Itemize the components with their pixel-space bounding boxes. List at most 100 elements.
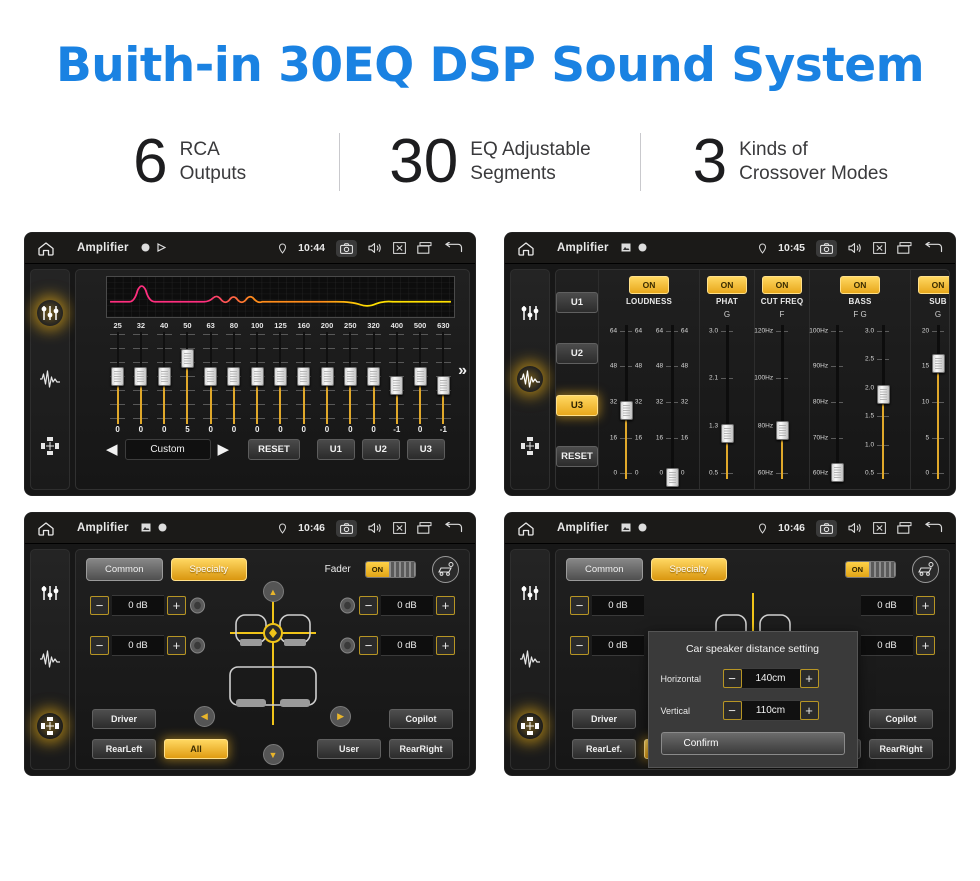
- equalizer-icon[interactable]: [517, 580, 543, 606]
- seat-copilot-button[interactable]: Copilot: [389, 709, 453, 729]
- dsp-slider[interactable]: 64 64 48 48 32 32 16 16 0 0: [603, 321, 649, 483]
- eq-slider-knob[interactable]: [436, 376, 450, 396]
- preset-u1-button[interactable]: U1: [556, 292, 598, 314]
- phat-toggle[interactable]: ON: [706, 276, 748, 294]
- eq-slider-knob[interactable]: [367, 366, 381, 386]
- home-icon[interactable]: [37, 521, 55, 536]
- plus-button[interactable]: +: [799, 669, 819, 688]
- seat-all-button[interactable]: All: [164, 739, 228, 759]
- cut-freq-toggle[interactable]: ON: [761, 276, 803, 294]
- plus-button[interactable]: +: [916, 596, 935, 615]
- eq-slider[interactable]: [153, 332, 176, 424]
- back-icon[interactable]: [923, 522, 943, 534]
- home-icon[interactable]: [37, 241, 55, 256]
- preset-u2-button[interactable]: U2: [556, 343, 598, 365]
- tab-common[interactable]: Common: [86, 558, 163, 581]
- tab-specialty[interactable]: Specialty: [170, 558, 248, 581]
- back-icon[interactable]: [923, 242, 943, 254]
- seat-driver-button[interactable]: Driver: [572, 709, 636, 729]
- camera-icon[interactable]: [336, 519, 357, 537]
- reset-button[interactable]: RESET: [248, 439, 300, 460]
- eq-slider[interactable]: [432, 332, 455, 424]
- dsp-slider-knob[interactable]: [876, 385, 890, 405]
- eq-slider-knob[interactable]: [204, 366, 218, 386]
- eq-slider[interactable]: [129, 332, 152, 424]
- eq-slider-knob[interactable]: [157, 366, 171, 386]
- eq-slider[interactable]: [292, 332, 315, 424]
- camera-icon[interactable]: [816, 519, 837, 537]
- eq-slider[interactable]: [106, 332, 129, 424]
- minus-button[interactable]: −: [90, 636, 109, 655]
- preset-u2-button[interactable]: U2: [361, 439, 400, 460]
- minus-button[interactable]: −: [359, 636, 378, 655]
- dsp-slider-knob[interactable]: [931, 354, 945, 374]
- plus-button[interactable]: +: [436, 636, 455, 655]
- minus-button[interactable]: −: [90, 596, 109, 615]
- fader-toggle[interactable]: ON: [364, 561, 416, 578]
- chevron-double-right-icon[interactable]: »: [458, 362, 467, 380]
- dsp-slider[interactable]: 2020151510105500: [915, 321, 949, 483]
- dsp-slider[interactable]: 100Hz100Hz90Hz90Hz80Hz80Hz70Hz70Hz60Hz60…: [809, 321, 860, 483]
- eq-slider[interactable]: [269, 332, 292, 424]
- home-icon[interactable]: [517, 521, 535, 536]
- preset-u3-button[interactable]: U3: [406, 439, 445, 460]
- recents-icon[interactable]: [897, 242, 912, 254]
- nav-down-icon[interactable]: ▼: [262, 744, 284, 765]
- camera-icon[interactable]: [816, 239, 837, 257]
- loudness-toggle[interactable]: ON: [628, 276, 670, 294]
- close-icon[interactable]: [873, 522, 886, 534]
- eq-slider[interactable]: [362, 332, 385, 424]
- close-icon[interactable]: [393, 242, 406, 254]
- sub-toggle[interactable]: ON: [917, 276, 949, 294]
- eq-slider-knob[interactable]: [413, 366, 427, 386]
- back-icon[interactable]: [443, 522, 463, 534]
- equalizer-icon[interactable]: [37, 580, 63, 606]
- confirm-button[interactable]: Confirm: [660, 732, 845, 755]
- car-seat-settings-button[interactable]: [432, 556, 459, 583]
- eq-slider-knob[interactable]: [111, 366, 125, 386]
- waveform-icon[interactable]: [517, 366, 543, 393]
- nav-up-icon[interactable]: ▲: [262, 581, 284, 602]
- tab-specialty[interactable]: Specialty: [650, 558, 728, 581]
- recents-icon[interactable]: [897, 522, 912, 534]
- seat-user-button[interactable]: User: [317, 739, 381, 759]
- recents-icon[interactable]: [417, 242, 432, 254]
- dsp-slider[interactable]: 120Hz120Hz100Hz100Hz80Hz80Hz60Hz60Hz: [754, 321, 805, 483]
- camera-icon[interactable]: [336, 239, 357, 257]
- close-icon[interactable]: [873, 242, 886, 254]
- balance-icon[interactable]: [517, 712, 543, 739]
- eq-slider-knob[interactable]: [180, 348, 194, 368]
- balance-icon[interactable]: [37, 712, 63, 739]
- recents-icon[interactable]: [417, 522, 432, 534]
- car-seat-settings-button[interactable]: [912, 556, 939, 583]
- plus-button[interactable]: +: [167, 636, 186, 655]
- home-icon[interactable]: [517, 241, 535, 256]
- eq-slider-knob[interactable]: [273, 366, 287, 386]
- dsp-slider-knob[interactable]: [775, 420, 789, 440]
- dsp-slider-knob[interactable]: [720, 423, 734, 443]
- eq-slider-knob[interactable]: [343, 366, 357, 386]
- plus-button[interactable]: +: [436, 596, 455, 615]
- seat-rearright-button[interactable]: RearRight: [389, 739, 453, 759]
- seat-rearright-button[interactable]: RearRight: [869, 739, 933, 759]
- tab-common[interactable]: Common: [566, 558, 643, 581]
- waveform-icon[interactable]: [517, 646, 543, 672]
- volume-icon[interactable]: [368, 522, 382, 534]
- fader-toggle[interactable]: ON: [844, 561, 896, 578]
- seat-rearleft-button[interactable]: RearLeft: [92, 739, 156, 759]
- dsp-slider-knob[interactable]: [665, 467, 679, 487]
- close-icon[interactable]: [393, 522, 406, 534]
- equalizer-icon[interactable]: [517, 300, 543, 326]
- eq-slider[interactable]: [222, 332, 245, 424]
- eq-slider-knob[interactable]: [297, 366, 311, 386]
- eq-slider[interactable]: [339, 332, 362, 424]
- eq-slider-knob[interactable]: [390, 376, 404, 396]
- waveform-icon[interactable]: [37, 646, 63, 672]
- back-icon[interactable]: [443, 242, 463, 254]
- volume-icon[interactable]: [848, 242, 862, 254]
- minus-button[interactable]: −: [570, 596, 589, 615]
- eq-slider[interactable]: [315, 332, 338, 424]
- plus-button[interactable]: +: [167, 596, 186, 615]
- reset-button[interactable]: RESET: [556, 445, 598, 467]
- nav-right-icon[interactable]: ▶: [330, 706, 352, 727]
